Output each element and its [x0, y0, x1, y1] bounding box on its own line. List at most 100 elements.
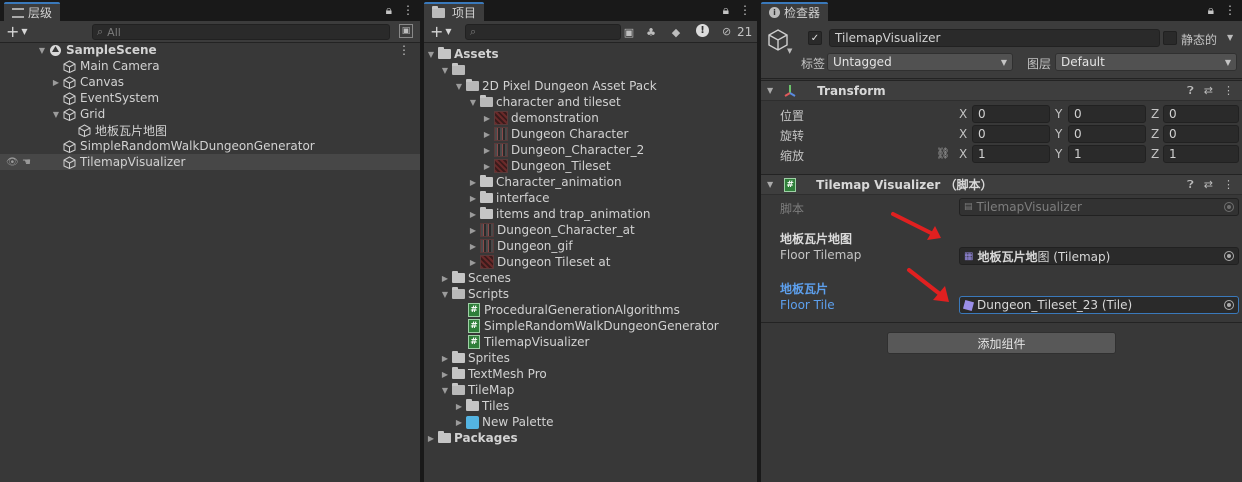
- scale-z-field[interactable]: 1: [1163, 145, 1239, 163]
- hierarchy-search-input[interactable]: ⌕ All: [92, 24, 390, 40]
- collapsed-arrow-icon[interactable]: ▶: [468, 226, 478, 235]
- project-item[interactable]: ▶ TextMesh Pro: [424, 366, 757, 382]
- presets-icon[interactable]: ⇄: [1204, 178, 1213, 192]
- filter-by-type-icon[interactable]: ♣: [643, 24, 659, 40]
- project-item[interactable]: ▼: [424, 62, 757, 78]
- hierarchy-item[interactable]: ▶ Canvas: [0, 74, 420, 90]
- collapsed-arrow-icon[interactable]: ▶: [51, 78, 61, 87]
- project-item[interactable]: ▶ Dungeon_Character_at: [424, 222, 757, 238]
- project-item[interactable]: ▶ Packages: [424, 430, 757, 446]
- hierarchy-item-selected[interactable]: 👁︎ ☚ TilemapVisualizer: [0, 154, 420, 170]
- scene-row[interactable]: ▼ SampleScene ⋮: [0, 42, 420, 58]
- project-item[interactable]: ▶ Dungeon_Tileset: [424, 158, 757, 174]
- project-item[interactable]: ▶ items and trap_animation: [424, 206, 757, 222]
- more-vert-icon[interactable]: ⋮: [1223, 84, 1234, 98]
- project-item[interactable]: ▼ 2D Pixel Dungeon Asset Pack: [424, 78, 757, 94]
- filter-by-label-icon[interactable]: ◆: [668, 24, 684, 40]
- hierarchy-item[interactable]: Main Camera: [0, 58, 420, 74]
- help-icon[interactable]: ❓︎: [1187, 84, 1194, 98]
- collapsed-arrow-icon[interactable]: ▶: [426, 434, 436, 443]
- search-by-type-icon[interactable]: ▣: [621, 24, 637, 40]
- project-item[interactable]: ▶ Dungeon_gif: [424, 238, 757, 254]
- more-vert-icon[interactable]: ⋮: [739, 3, 751, 18]
- project-item[interactable]: # ProceduralGenerationAlgorithms: [424, 302, 757, 318]
- warning-icon[interactable]: !: [696, 24, 709, 37]
- scene-menu-icon[interactable]: ⋮: [398, 43, 410, 57]
- expand-arrow-icon[interactable]: ▼: [37, 46, 47, 55]
- project-item[interactable]: ▼ character and tileset: [424, 94, 757, 110]
- hierarchy-item[interactable]: SimpleRandomWalkDungeonGenerator: [0, 138, 420, 154]
- scale-x-field[interactable]: 1: [972, 145, 1050, 163]
- project-item[interactable]: # TilemapVisualizer: [424, 334, 757, 350]
- position-y-field[interactable]: 0: [1068, 105, 1146, 123]
- foldout-arrow-icon[interactable]: ▼: [767, 86, 773, 95]
- collapsed-arrow-icon[interactable]: ▶: [482, 162, 492, 171]
- expand-arrow-icon[interactable]: ▼: [468, 98, 478, 107]
- object-name-field[interactable]: TilemapVisualizer: [829, 29, 1160, 47]
- project-item[interactable]: ▶ New Palette: [424, 414, 757, 430]
- hierarchy-tab[interactable]: 层级: [4, 2, 61, 21]
- expand-arrow-icon[interactable]: ▼: [51, 110, 61, 119]
- hierarchy-item[interactable]: ▼ Grid: [0, 106, 420, 122]
- floor-tile-field[interactable]: Dungeon_Tileset_23 (Tile): [959, 296, 1239, 314]
- collapsed-arrow-icon[interactable]: ▶: [468, 258, 478, 267]
- project-item[interactable]: ▼ TileMap: [424, 382, 757, 398]
- collapsed-arrow-icon[interactable]: ▶: [468, 242, 478, 251]
- collapsed-arrow-icon[interactable]: ▶: [440, 370, 450, 379]
- active-checkbox[interactable]: ✓: [808, 31, 822, 45]
- more-vert-icon[interactable]: ⋮: [1224, 3, 1236, 18]
- project-item[interactable]: ▶ interface: [424, 190, 757, 206]
- project-item[interactable]: ▶ Dungeon_Character_2: [424, 142, 757, 158]
- project-item[interactable]: ▶ Sprites: [424, 350, 757, 366]
- lock-icon[interactable]: 🔒︎: [723, 3, 729, 18]
- object-picker-icon[interactable]: [1224, 251, 1234, 261]
- project-search-input[interactable]: ⌕: [465, 24, 621, 40]
- layer-dropdown[interactable]: Default ▼: [1055, 53, 1237, 71]
- scale-y-field[interactable]: 1: [1068, 145, 1146, 163]
- expand-arrow-icon[interactable]: ▼: [426, 50, 436, 59]
- collapsed-arrow-icon[interactable]: ▶: [454, 402, 464, 411]
- rotation-y-field[interactable]: 0: [1068, 125, 1146, 143]
- more-vert-icon[interactable]: ⋮: [402, 3, 414, 18]
- project-item[interactable]: # SimpleRandomWalkDungeonGenerator: [424, 318, 757, 334]
- presets-icon[interactable]: ⇄: [1204, 84, 1213, 98]
- expand-arrow-icon[interactable]: ▼: [454, 82, 464, 91]
- project-item[interactable]: ▶ Scenes: [424, 270, 757, 286]
- hidden-packages-icon[interactable]: ⊘: [722, 25, 731, 38]
- project-item[interactable]: ▶ Tiles: [424, 398, 757, 414]
- more-vert-icon[interactable]: ⋮: [1223, 178, 1234, 192]
- project-item[interactable]: ▶ Dungeon Tileset at: [424, 254, 757, 270]
- collapsed-arrow-icon[interactable]: ▶: [482, 114, 492, 123]
- collapsed-arrow-icon[interactable]: ▶: [454, 418, 464, 427]
- tilemap-visualizer-header[interactable]: ▼ # Tilemap Visualizer （脚本） ❓︎ ⇄ ⋮: [761, 174, 1242, 195]
- rotation-z-field[interactable]: 0: [1163, 125, 1239, 143]
- project-tab[interactable]: 项目: [424, 2, 485, 21]
- collapsed-arrow-icon[interactable]: ▶: [468, 210, 478, 219]
- project-item[interactable]: ▶ Character_animation: [424, 174, 757, 190]
- transform-header[interactable]: ▼ Transform ❓︎ ⇄ ⋮: [761, 80, 1242, 101]
- collapsed-arrow-icon[interactable]: ▶: [468, 194, 478, 203]
- visibility-eye-icon[interactable]: 👁︎: [6, 157, 19, 168]
- pickable-hand-icon[interactable]: ☚: [22, 157, 31, 168]
- static-checkbox[interactable]: [1163, 31, 1177, 45]
- floor-tilemap-field[interactable]: ▦ 地板瓦片地 图 (Tilemap): [959, 247, 1239, 265]
- tag-dropdown[interactable]: Untagged ▼: [827, 53, 1013, 71]
- lock-icon[interactable]: 🔒︎: [386, 3, 392, 18]
- constrain-proportions-link-icon[interactable]: ⛓︎: [936, 147, 950, 160]
- rotation-x-field[interactable]: 0: [972, 125, 1050, 143]
- collapsed-arrow-icon[interactable]: ▶: [482, 146, 492, 155]
- collapsed-arrow-icon[interactable]: ▶: [468, 178, 478, 187]
- inspector-tab[interactable]: i 检查器: [761, 2, 829, 21]
- create-button[interactable]: + ▼: [0, 22, 30, 42]
- hierarchy-item[interactable]: 地板瓦片地图: [0, 122, 420, 138]
- collapsed-arrow-icon[interactable]: ▶: [440, 354, 450, 363]
- project-item[interactable]: ▶ Dungeon Character: [424, 126, 757, 142]
- foldout-arrow-icon[interactable]: ▼: [767, 180, 773, 189]
- scene-visibility-icon[interactable]: ▣: [399, 24, 413, 38]
- create-asset-button[interactable]: + ▼: [424, 22, 454, 42]
- expand-arrow-icon[interactable]: ▼: [440, 386, 450, 395]
- project-item[interactable]: ▼ Scripts: [424, 286, 757, 302]
- project-item[interactable]: ▶ demonstration: [424, 110, 757, 126]
- static-dropdown-icon[interactable]: ▼: [1227, 33, 1233, 42]
- help-icon[interactable]: ❓︎: [1187, 178, 1194, 192]
